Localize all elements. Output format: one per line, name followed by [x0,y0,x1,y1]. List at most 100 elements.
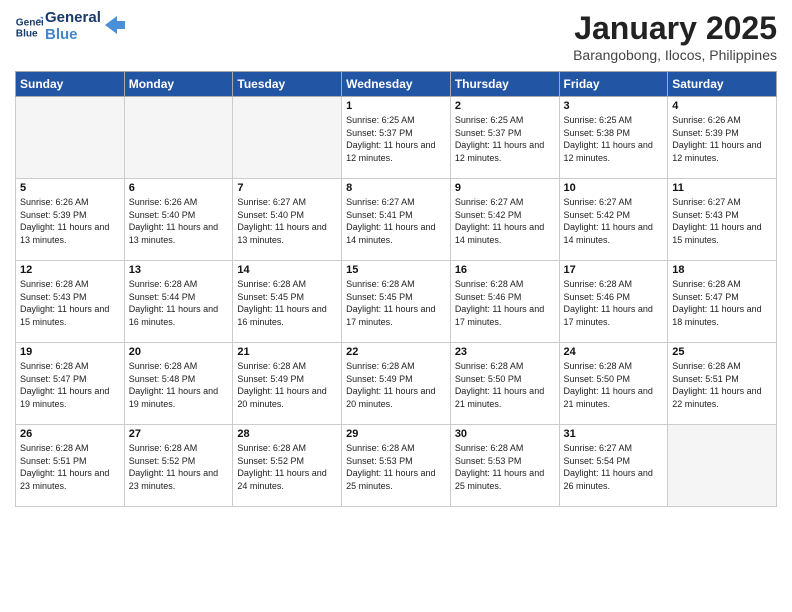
day-number: 12 [20,264,120,276]
day-info: Sunrise: 6:28 AMSunset: 5:45 PMDaylight:… [237,278,337,328]
day-number: 28 [237,428,337,440]
calendar-day-cell: 9 Sunrise: 6:27 AMSunset: 5:42 PMDaylight… [450,179,559,261]
day-number: 5 [20,182,120,194]
weekday-header-cell: Wednesday [342,72,451,97]
day-info: Sunrise: 6:26 AMSunset: 5:39 PMDaylight:… [672,114,772,164]
calendar-body: 1 Sunrise: 6:25 AMSunset: 5:37 PMDaylight… [16,97,777,507]
calendar-day-cell: 30Sunrise: 6:28 AMSunset: 5:53 PMDayligh… [450,425,559,507]
day-info: Sunrise: 6:28 AMSunset: 5:48 PMDaylight:… [129,360,229,410]
day-number: 6 [129,182,229,194]
calendar-day-cell: 2 Sunrise: 6:25 AMSunset: 5:37 PMDaylight… [450,97,559,179]
calendar-day-cell: 23 Sunrise: 6:28 AMSunset: 5:50 PMDayligh… [450,343,559,425]
weekday-header-cell: Thursday [450,72,559,97]
calendar-table: SundayMondayTuesdayWednesdayThursdayFrid… [15,71,777,507]
day-number: 1 [346,100,446,112]
day-number: 19 [20,346,120,358]
calendar-week-row: 5Sunrise: 6:26 AMSunset: 5:39 PMDaylight… [16,179,777,261]
logo-line2: Blue [45,27,101,44]
day-number: 23 [455,346,555,358]
day-number: 29 [346,428,446,440]
day-number: 20 [129,346,229,358]
calendar-day-cell [668,425,777,507]
calendar-day-cell: 5Sunrise: 6:26 AMSunset: 5:39 PMDaylight… [16,179,125,261]
weekday-header-row: SundayMondayTuesdayWednesdayThursdayFrid… [16,72,777,97]
day-info: Sunrise: 6:27 AMSunset: 5:42 PMDaylight:… [455,196,555,246]
calendar-day-cell: 27 Sunrise: 6:28 AMSunset: 5:52 PMDayligh… [124,425,233,507]
day-info: Sunrise: 6:25 AMSunset: 5:37 PMDaylight:… [455,114,555,164]
day-info: Sunrise: 6:28 AMSunset: 5:47 PMDaylight:… [20,360,120,410]
day-info: Sunrise: 6:28 AMSunset: 5:50 PMDaylight:… [564,360,664,410]
day-info: Sunrise: 6:26 AMSunset: 5:40 PMDaylight:… [129,196,229,246]
calendar-day-cell: 12 Sunrise: 6:28 AMSunset: 5:43 PMDayligh… [16,261,125,343]
calendar-week-row: 26 Sunrise: 6:28 AMSunset: 5:51 PMDayligh… [16,425,777,507]
day-number: 7 [237,182,337,194]
day-number: 21 [237,346,337,358]
calendar-day-cell: 11 Sunrise: 6:27 AMSunset: 5:43 PMDayligh… [668,179,777,261]
calendar-day-cell [233,97,342,179]
day-number: 11 [672,182,772,194]
month-title: January 2025 [573,10,777,47]
day-number: 25 [672,346,772,358]
day-number: 24 [564,346,664,358]
day-number: 2 [455,100,555,112]
svg-text:General: General [16,17,43,28]
day-info: Sunrise: 6:28 AMSunset: 5:51 PMDaylight:… [672,360,772,410]
calendar-day-cell: 26 Sunrise: 6:28 AMSunset: 5:51 PMDayligh… [16,425,125,507]
day-info: Sunrise: 6:27 AMSunset: 5:43 PMDaylight:… [672,196,772,246]
day-info: Sunrise: 6:28 AMSunset: 5:51 PMDaylight:… [20,442,120,492]
day-number: 31 [564,428,664,440]
weekday-header-cell: Saturday [668,72,777,97]
calendar-day-cell: 21Sunrise: 6:28 AMSunset: 5:49 PMDayligh… [233,343,342,425]
day-info: Sunrise: 6:28 AMSunset: 5:43 PMDaylight:… [20,278,120,328]
day-info: Sunrise: 6:28 AMSunset: 5:46 PMDaylight:… [455,278,555,328]
calendar-day-cell: 14 Sunrise: 6:28 AMSunset: 5:45 PMDayligh… [233,261,342,343]
calendar-day-cell: 29 Sunrise: 6:28 AMSunset: 5:53 PMDayligh… [342,425,451,507]
day-number: 9 [455,182,555,194]
day-number: 13 [129,264,229,276]
logo-line1: General [45,10,101,27]
calendar-day-cell: 25 Sunrise: 6:28 AMSunset: 5:51 PMDayligh… [668,343,777,425]
weekday-header-cell: Friday [559,72,668,97]
location-subtitle: Barangobong, Ilocos, Philippines [573,47,777,63]
day-info: Sunrise: 6:28 AMSunset: 5:53 PMDaylight:… [346,442,446,492]
title-block: January 2025 Barangobong, Ilocos, Philip… [573,10,777,63]
day-number: 27 [129,428,229,440]
calendar-day-cell: 18 Sunrise: 6:28 AMSunset: 5:47 PMDayligh… [668,261,777,343]
day-info: Sunrise: 6:28 AMSunset: 5:44 PMDaylight:… [129,278,229,328]
day-number: 10 [564,182,664,194]
calendar-day-cell: 4 Sunrise: 6:26 AMSunset: 5:39 PMDaylight… [668,97,777,179]
day-info: Sunrise: 6:28 AMSunset: 5:47 PMDaylight:… [672,278,772,328]
calendar-day-cell: 1 Sunrise: 6:25 AMSunset: 5:37 PMDaylight… [342,97,451,179]
day-number: 17 [564,264,664,276]
day-info: Sunrise: 6:28 AMSunset: 5:49 PMDaylight:… [346,360,446,410]
calendar-day-cell [124,97,233,179]
calendar-day-cell: 20 Sunrise: 6:28 AMSunset: 5:48 PMDayligh… [124,343,233,425]
day-number: 26 [20,428,120,440]
weekday-header-cell: Sunday [16,72,125,97]
day-info: Sunrise: 6:27 AMSunset: 5:42 PMDaylight:… [564,196,664,246]
calendar-day-cell: 31 Sunrise: 6:27 AMSunset: 5:54 PMDayligh… [559,425,668,507]
logo: General Blue General Blue [15,10,125,43]
day-info: Sunrise: 6:25 AMSunset: 5:38 PMDaylight:… [564,114,664,164]
calendar-day-cell: 7Sunrise: 6:27 AMSunset: 5:40 PMDaylight… [233,179,342,261]
calendar-day-cell: 24 Sunrise: 6:28 AMSunset: 5:50 PMDayligh… [559,343,668,425]
day-info: Sunrise: 6:25 AMSunset: 5:37 PMDaylight:… [346,114,446,164]
day-number: 30 [455,428,555,440]
day-number: 18 [672,264,772,276]
page: General Blue General Blue January 2025 B… [0,0,792,612]
day-number: 3 [564,100,664,112]
svg-text:Blue: Blue [16,28,38,39]
day-info: Sunrise: 6:28 AMSunset: 5:52 PMDaylight:… [237,442,337,492]
day-number: 4 [672,100,772,112]
calendar-day-cell: 3 Sunrise: 6:25 AMSunset: 5:38 PMDaylight… [559,97,668,179]
calendar-day-cell: 17Sunrise: 6:28 AMSunset: 5:46 PMDayligh… [559,261,668,343]
weekday-header-cell: Tuesday [233,72,342,97]
day-number: 14 [237,264,337,276]
day-number: 8 [346,182,446,194]
day-info: Sunrise: 6:28 AMSunset: 5:52 PMDaylight:… [129,442,229,492]
day-info: Sunrise: 6:28 AMSunset: 5:50 PMDaylight:… [455,360,555,410]
day-info: Sunrise: 6:28 AMSunset: 5:45 PMDaylight:… [346,278,446,328]
calendar-day-cell: 28 Sunrise: 6:28 AMSunset: 5:52 PMDayligh… [233,425,342,507]
day-number: 15 [346,264,446,276]
day-info: Sunrise: 6:27 AMSunset: 5:54 PMDaylight:… [564,442,664,492]
